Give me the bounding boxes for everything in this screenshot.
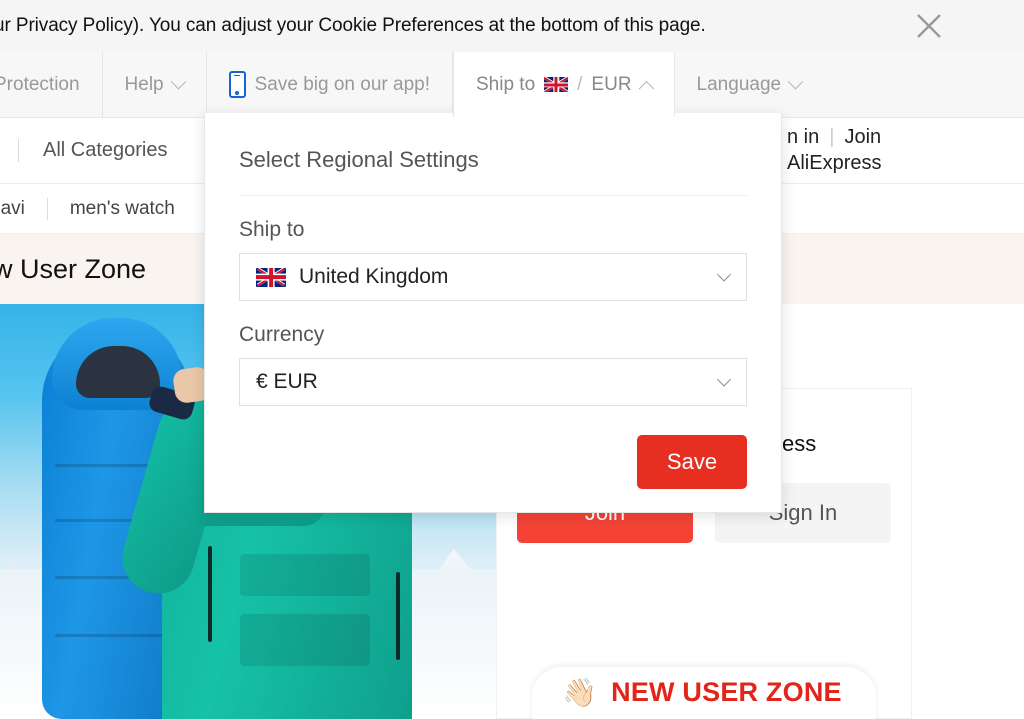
nav-item-label: Language xyxy=(696,73,782,95)
badge-pill[interactable]: 👋🏻 NEW USER ZONE xyxy=(532,667,876,719)
cookie-consent-banner: ur Privacy Policy). You can adjust your … xyxy=(0,0,1024,52)
top-navigation-bar: Protection Help Save big on our app! Shi… xyxy=(0,52,1024,118)
nav-item-label: Save big on our app! xyxy=(254,73,430,95)
chevron-up-icon xyxy=(638,80,654,97)
new-user-zone-badge[interactable]: 👋🏻 NEW USER ZONE xyxy=(497,667,911,719)
uk-flag-icon xyxy=(256,267,286,287)
currency-label: Currency xyxy=(239,323,325,346)
nav-item-label: Protection xyxy=(0,73,80,95)
waving-hand-icon: 👋🏻 xyxy=(562,676,598,708)
chevron-down-icon xyxy=(787,73,804,90)
nav-currency-label: EUR xyxy=(591,73,632,95)
jacket-zipper xyxy=(208,546,212,642)
account-separator: | xyxy=(829,126,835,148)
ship-to-label: Ship to xyxy=(239,218,305,241)
save-button[interactable]: Save xyxy=(637,435,747,489)
regional-settings-popup: Select Regional Settings Ship to United … xyxy=(204,113,782,513)
sign-in-link[interactable]: n in xyxy=(787,126,819,148)
account-top-row: n in | Join xyxy=(787,126,1024,149)
currency-select[interactable]: € EUR xyxy=(239,358,747,406)
brand-label: AliExpress xyxy=(787,152,882,174)
nav-item-help[interactable]: Help xyxy=(103,52,207,117)
all-categories-dropdown[interactable]: All Categories xyxy=(18,139,168,162)
new-user-zone-title: ew User Zone xyxy=(0,253,147,284)
hotword-link[interactable]: navi xyxy=(0,198,47,220)
ship-to-value: United Kingdom xyxy=(299,265,449,288)
save-row: Save xyxy=(239,435,747,489)
regional-settings-title: Select Regional Settings xyxy=(239,147,747,196)
chevron-down-icon xyxy=(716,267,732,282)
jacket-zipper xyxy=(396,572,400,660)
bag-seam xyxy=(55,634,167,637)
uk-flag-icon xyxy=(544,77,569,92)
nav-item-label: Help xyxy=(124,73,164,95)
chevron-down-icon xyxy=(170,73,186,90)
currency-value: € EUR xyxy=(256,370,318,393)
page-root: All Categories n in | Join AliExpress navi… xyxy=(0,0,1024,719)
ship-to-select[interactable]: United Kingdom xyxy=(239,253,747,301)
nav-separator: / xyxy=(577,73,583,95)
nav-item-protection[interactable]: Protection xyxy=(0,52,103,117)
close-icon[interactable] xyxy=(912,9,946,43)
chevron-down-icon xyxy=(716,372,732,387)
cookie-banner-text: ur Privacy Policy). You can adjust your … xyxy=(0,14,706,36)
nav-item-save-big-on-app[interactable]: Save big on our app! xyxy=(207,52,453,117)
jacket-pocket xyxy=(240,614,370,666)
nav-item-label: Ship to xyxy=(475,73,536,95)
mobile-phone-icon xyxy=(228,71,246,98)
nav-item-ship-to[interactable]: Ship to / EUR xyxy=(452,52,675,117)
account-links: n in | Join AliExpress xyxy=(760,118,1024,184)
badge-label: NEW USER ZONE xyxy=(611,677,842,707)
jacket-pocket xyxy=(240,554,370,596)
hotword-link[interactable]: men's watch xyxy=(46,197,197,220)
nav-item-language[interactable]: Language xyxy=(675,52,824,117)
join-link[interactable]: Join xyxy=(844,126,881,148)
